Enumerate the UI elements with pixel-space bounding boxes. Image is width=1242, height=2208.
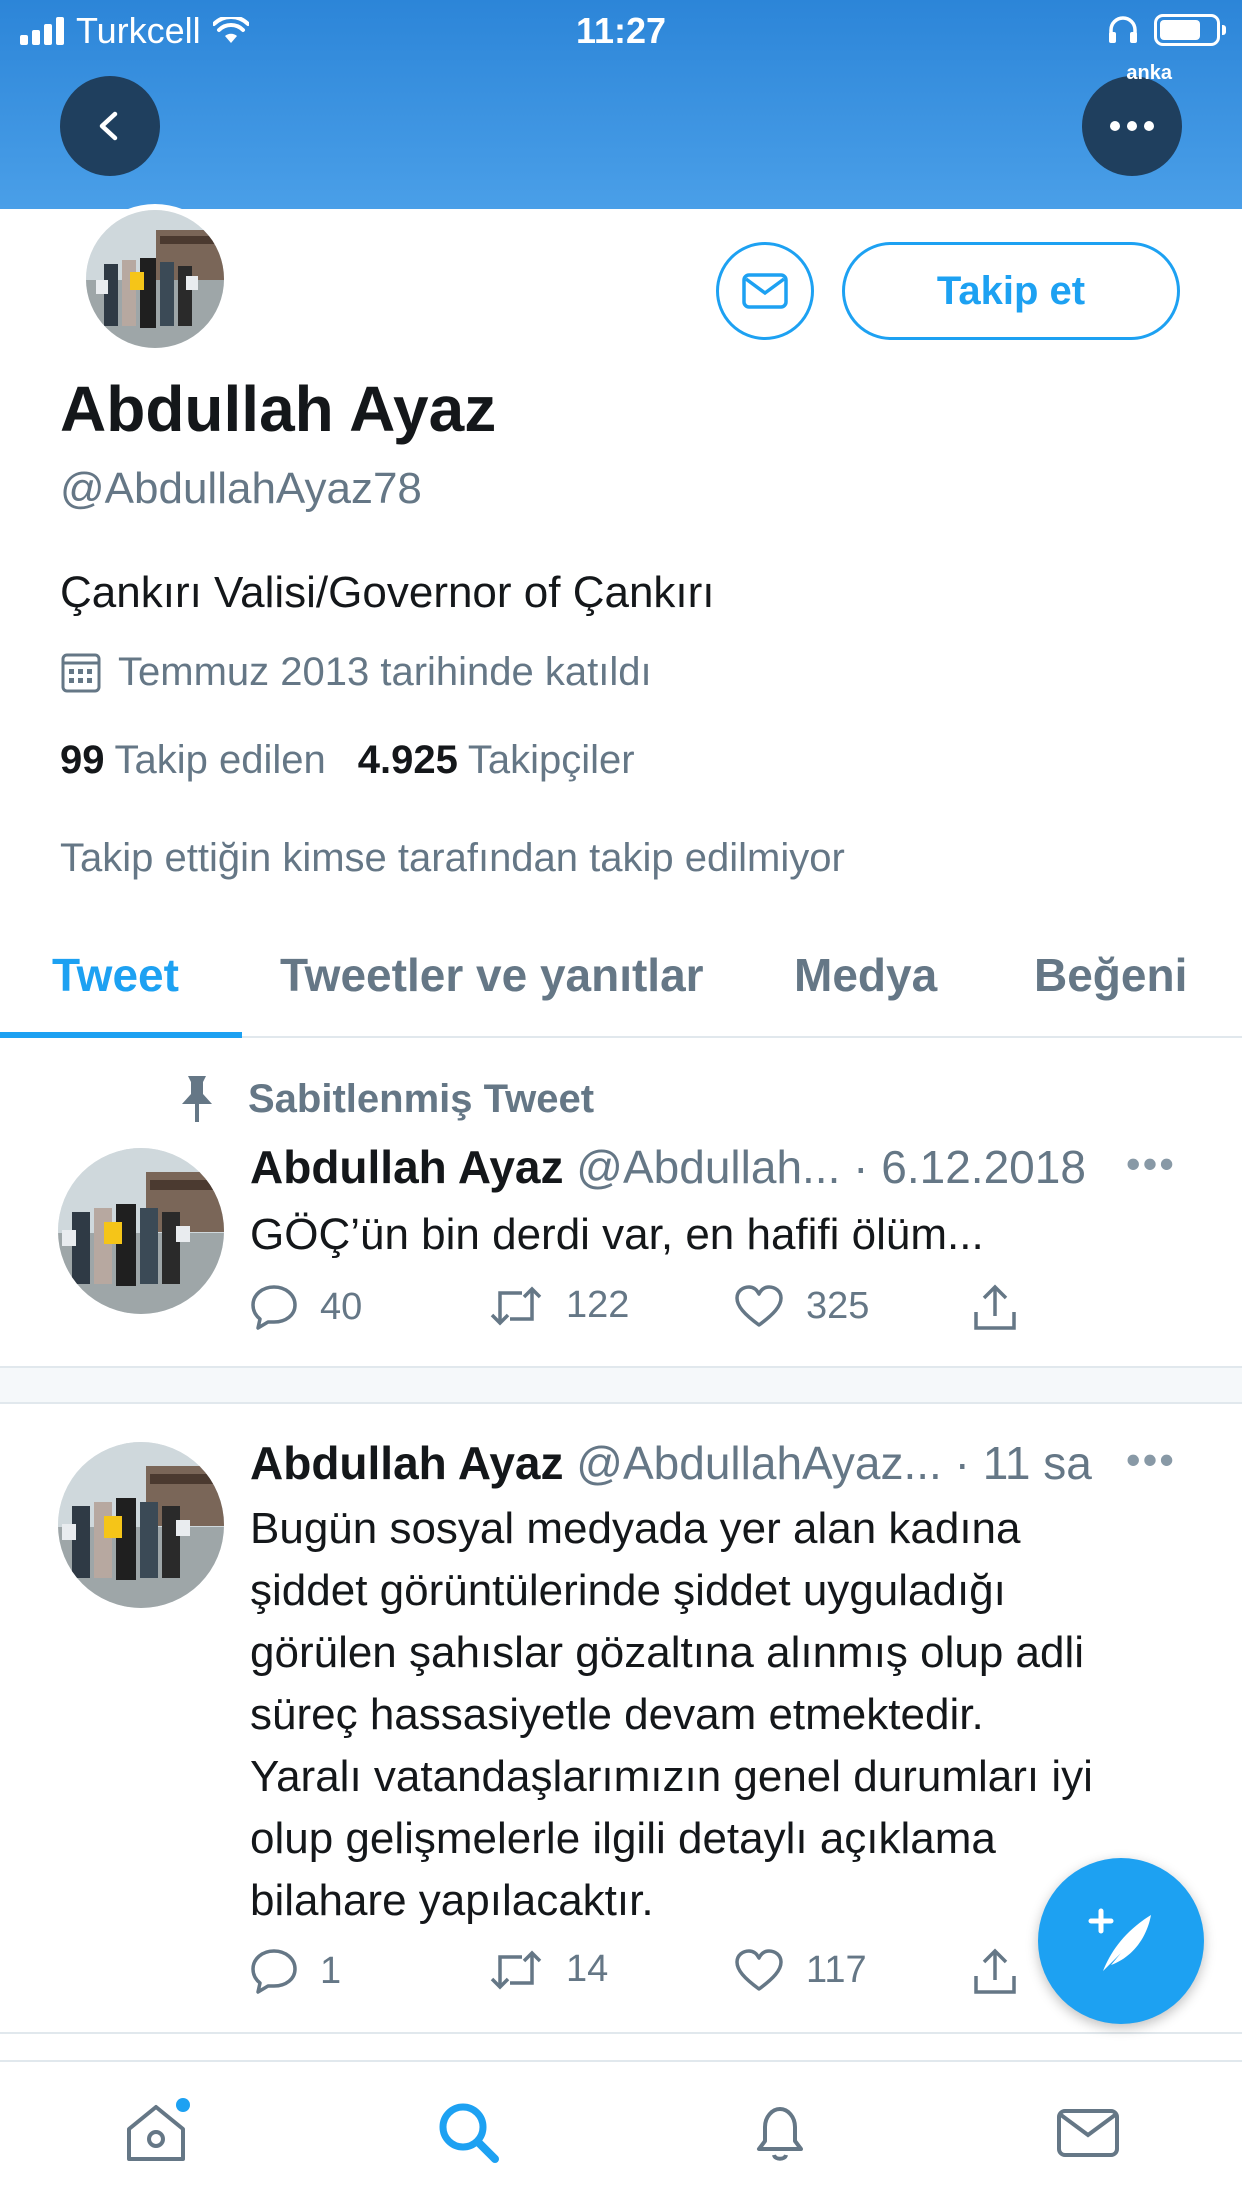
- following-count: 99: [60, 738, 105, 782]
- following-label: Takip edilen: [114, 738, 326, 782]
- joined-text: Temmuz 2013 tarihinde katıldı: [118, 650, 652, 694]
- tweet-avatar[interactable]: [58, 1442, 224, 1608]
- chevron-left-icon: [99, 111, 118, 141]
- retweet-icon: [490, 1286, 542, 1325]
- tab-tweets[interactable]: Tweet: [52, 948, 179, 1002]
- tweet-actions: 1 14 117: [250, 1948, 1030, 2008]
- mail-icon: [742, 273, 788, 309]
- tweet-text: Bugün sosyal medyada yer alan kadına şid…: [250, 1498, 1190, 1932]
- nav-home[interactable]: [116, 2092, 196, 2172]
- status-bar: Turkcell 11:27: [0, 8, 1242, 58]
- mail-icon: [1057, 2109, 1119, 2157]
- retweet-icon: [490, 1950, 542, 1989]
- profile-name: Abdullah Ayaz: [60, 373, 497, 445]
- share-icon: [974, 1284, 1016, 1330]
- retweet-button[interactable]: 14: [488, 1948, 608, 1991]
- tweet-time: · 6.12.2018: [853, 1141, 1086, 1193]
- tweet-header: Abdullah Ayaz @AbdullahAyaz... · 11 sa: [250, 1436, 1092, 1490]
- following-stat[interactable]: 99 Takip edilen: [60, 738, 326, 783]
- pin-icon: [182, 1076, 212, 1122]
- avatar-photo: [86, 210, 224, 348]
- reply-button[interactable]: 1: [250, 1948, 341, 1994]
- reply-icon: [251, 1285, 297, 1330]
- nav-messages[interactable]: [1048, 2092, 1128, 2172]
- tab-media[interactable]: Medya: [794, 948, 937, 1002]
- heart-icon: [735, 1285, 783, 1327]
- profile-handle: @AbdullahAyaz78: [60, 464, 422, 513]
- watermark-logo: anka: [1126, 62, 1172, 84]
- like-count: 117: [806, 1948, 867, 1991]
- tweet-divider: [0, 1366, 1242, 1404]
- bottom-navigation: [0, 2060, 1242, 2208]
- calendar-icon: [61, 653, 101, 692]
- avatar-photo: [58, 1442, 224, 1608]
- like-button[interactable]: 117: [734, 1948, 867, 1992]
- tweet-time: · 11 sa: [954, 1437, 1092, 1489]
- reply-icon: [251, 1949, 297, 1994]
- bell-icon: [757, 2107, 803, 2161]
- tweet-text-line: şiddet görüntülerinde şiddet uyguladığı: [250, 1566, 1006, 1615]
- share-button[interactable]: [972, 1284, 1018, 1332]
- retweet-count: 14: [566, 1948, 609, 1990]
- like-button[interactable]: 325: [734, 1284, 869, 1328]
- tweet-author-handle: @Abdullah...: [576, 1141, 841, 1193]
- retweet-button[interactable]: 122: [488, 1284, 629, 1327]
- back-button[interactable]: [60, 76, 160, 176]
- nav-notifications[interactable]: [740, 2092, 820, 2172]
- tweet-more-icon[interactable]: •••: [1126, 1436, 1176, 1484]
- followers-stat[interactable]: 4.925 Takipçiler: [358, 738, 635, 783]
- like-count: 325: [806, 1284, 870, 1327]
- tweet-header: Abdullah Ayaz @Abdullah... · 6.12.2018: [250, 1140, 1086, 1194]
- tweet-author-name[interactable]: Abdullah Ayaz: [250, 1141, 564, 1193]
- follow-button[interactable]: Takip et: [842, 242, 1180, 340]
- tweet-text-line: Bugün sosyal medyada yer alan kadına: [250, 1504, 1021, 1553]
- reply-count: 40: [320, 1285, 363, 1328]
- followers-count: 4.925: [357, 738, 458, 782]
- status-time: 11:27: [575, 10, 667, 51]
- active-tab-indicator: [0, 1032, 242, 1038]
- tab-likes[interactable]: Beğeni: [1034, 948, 1187, 1002]
- message-button[interactable]: [716, 242, 814, 340]
- tweet-actions: 40 122 325: [250, 1284, 1030, 1344]
- joined-date: Temmuz 2013 tarihinde katıldı: [60, 650, 652, 695]
- reply-button[interactable]: 40: [250, 1284, 362, 1330]
- tweet-author-name[interactable]: Abdullah Ayaz: [250, 1437, 564, 1489]
- share-button[interactable]: [972, 1948, 1018, 1996]
- compose-tweet-button[interactable]: [1038, 1858, 1204, 2024]
- tweet-text-line: Yaralı vatandaşlarımızın genel durumları…: [250, 1752, 1093, 1801]
- followed-by-info: Takip ettiğin kimse tarafından takip edi…: [60, 836, 845, 880]
- tweet-more-icon[interactable]: •••: [1126, 1140, 1176, 1188]
- profile-tabs: Tweet Tweetler ve yanıtlar Medya Beğeni: [0, 930, 1242, 1038]
- tab-tweets-and-replies[interactable]: Tweetler ve yanıtlar: [280, 948, 704, 1002]
- share-icon: [974, 1948, 1016, 1994]
- compose-feather-icon: [1088, 1908, 1151, 1971]
- more-horizontal-icon: [1110, 121, 1154, 131]
- headphones-icon: [1109, 16, 1137, 43]
- heart-icon: [735, 1949, 783, 1991]
- tweet-text: GÖÇ’ün bin derdi var, en hafifi ölüm...: [250, 1210, 984, 1259]
- more-options-button[interactable]: [1082, 76, 1182, 176]
- search-icon: [439, 2103, 499, 2163]
- nav-search[interactable]: [428, 2092, 508, 2172]
- tweet-text-line: görülen şahıslar gözaltına alınmış olup …: [250, 1628, 1085, 1677]
- profile-header-banner: Turkcell 11:27 anka: [0, 0, 1242, 209]
- battery-icon: [1154, 14, 1226, 46]
- follow-stats: 99 Takip edilen 4.925 Takipçiler: [60, 738, 635, 783]
- profile-avatar[interactable]: [80, 204, 230, 354]
- followers-label: Takipçiler: [467, 738, 635, 782]
- tweet-divider: [0, 2032, 1242, 2034]
- tweet-author-handle: @AbdullahAyaz...: [576, 1437, 942, 1489]
- profile-bio: Çankırı Valisi/Governor of Çankırı: [60, 568, 715, 617]
- home-icon: [127, 2098, 190, 2161]
- pinned-tweet-label: Sabitlenmiş Tweet: [174, 1074, 594, 1124]
- tweet-text-line: süreç hassasiyetle devam etmektedir.: [250, 1690, 984, 1739]
- reply-count: 1: [320, 1949, 342, 1992]
- tweet-text-line: olup gelişmelerle ilgili detaylı açıklam…: [250, 1814, 996, 1863]
- retweet-count: 122: [566, 1284, 630, 1326]
- tweet-avatar[interactable]: [58, 1148, 224, 1314]
- avatar-photo: [58, 1148, 224, 1314]
